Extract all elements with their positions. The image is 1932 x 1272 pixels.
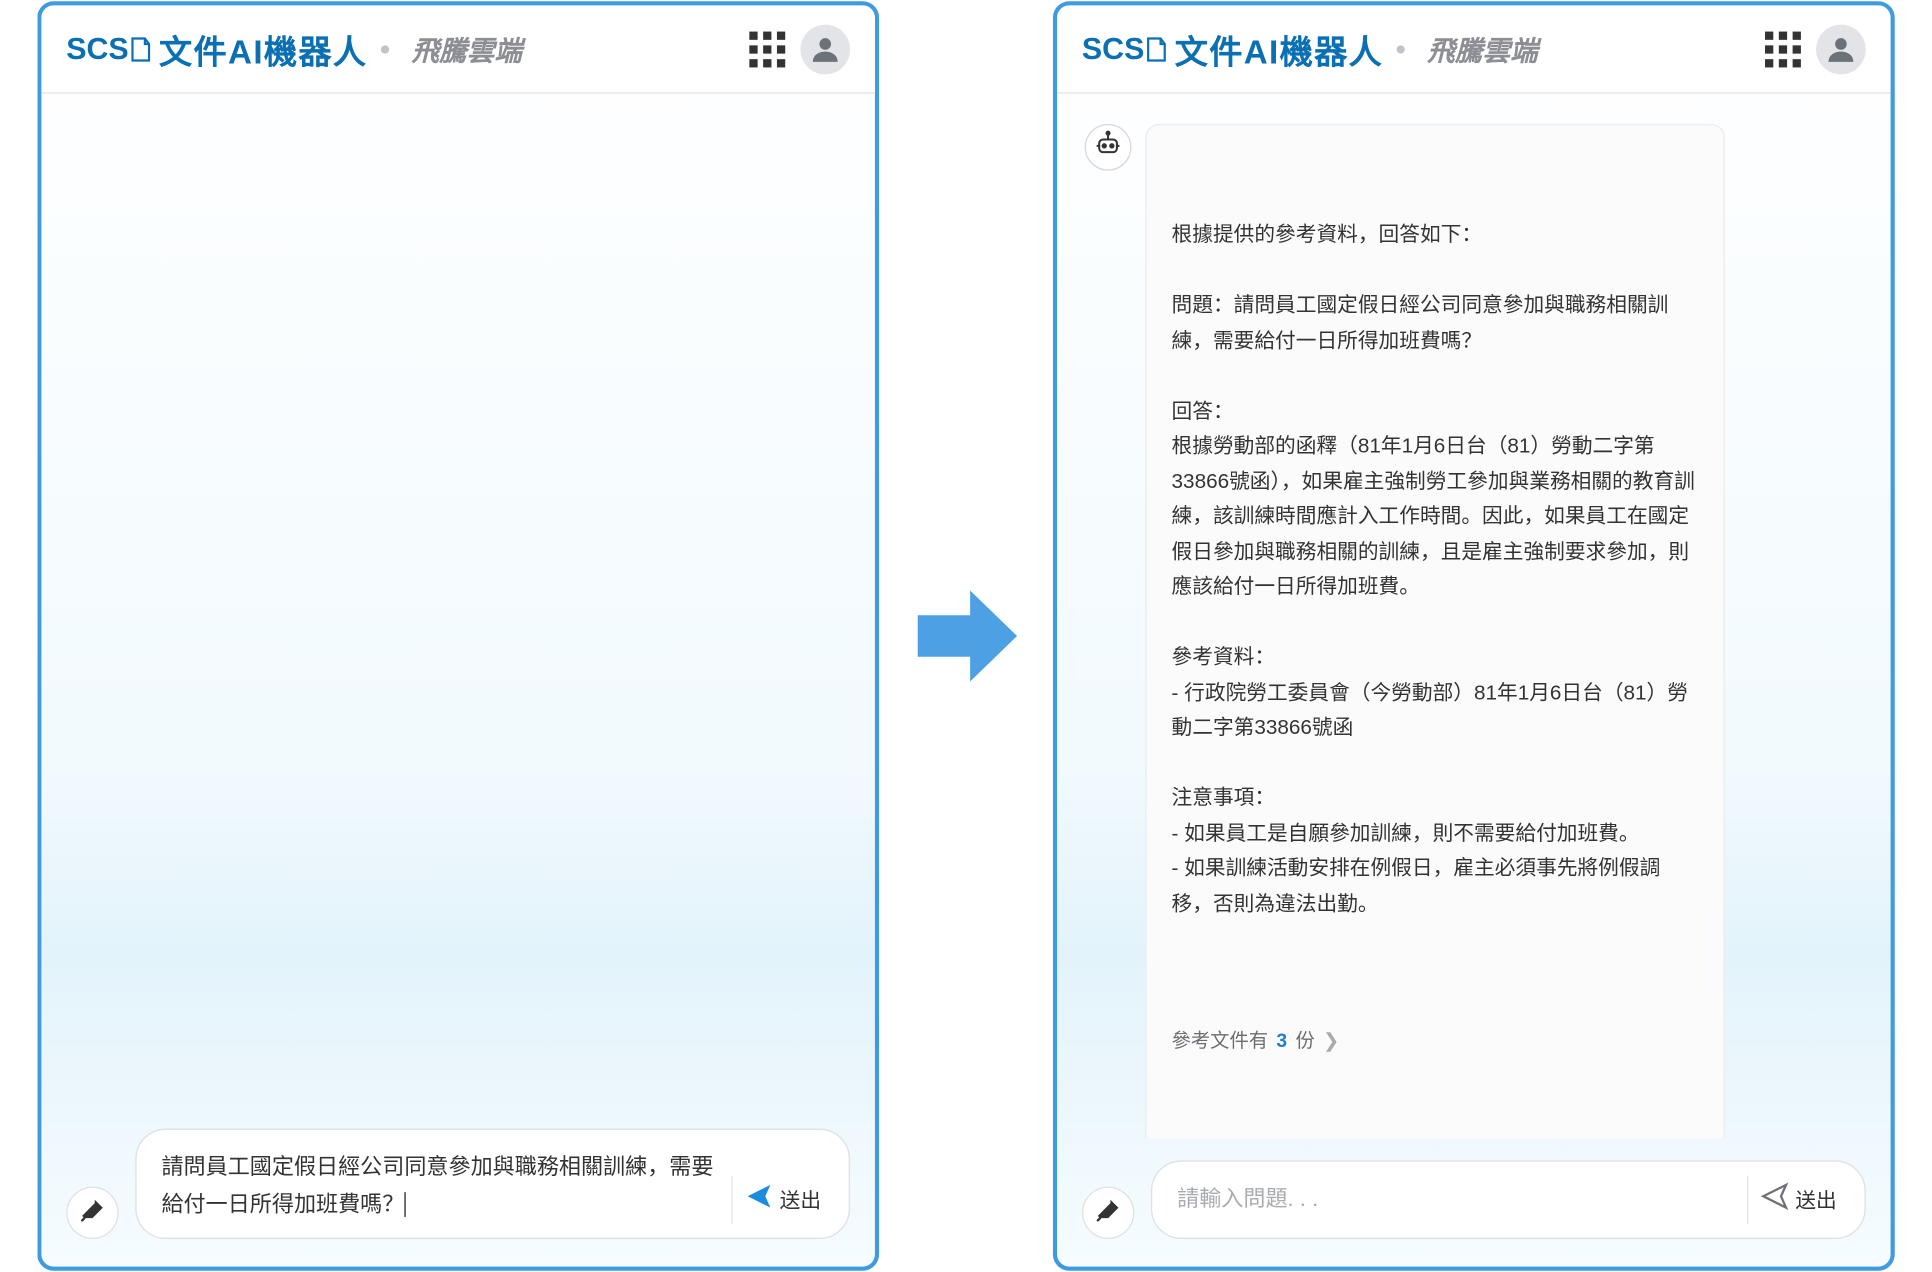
chevron-right-icon: ❯ bbox=[1323, 1025, 1339, 1058]
separator-dot bbox=[381, 45, 389, 53]
chat-body: 根據提供的參考資料，回答如下： 問題：請問員工國定假日經公司同意參加與職務相關訓… bbox=[1057, 94, 1891, 1139]
robot-icon bbox=[1093, 129, 1123, 166]
clear-button[interactable] bbox=[1082, 1187, 1134, 1239]
app-title: 文件AI機器人 bbox=[159, 25, 367, 73]
apps-menu-button[interactable] bbox=[1758, 24, 1808, 74]
send-button[interactable]: 送出 bbox=[731, 1176, 837, 1224]
input-area: 送出 bbox=[1057, 1138, 1891, 1266]
ref-count: 3 bbox=[1277, 1025, 1288, 1058]
logo: SCS bbox=[66, 31, 151, 67]
chat-panel-after: SCS 文件AI機器人 飛騰雲端 bbox=[1053, 1, 1895, 1271]
brand-subtitle: 飛騰雲端 bbox=[1427, 29, 1537, 69]
logo-doc-icon bbox=[1147, 35, 1166, 63]
apps-grid-icon bbox=[1765, 31, 1801, 67]
separator-dot bbox=[1397, 45, 1405, 53]
brush-icon bbox=[1094, 1196, 1122, 1231]
send-label: 送出 bbox=[1795, 1185, 1836, 1214]
logo-doc-icon bbox=[131, 35, 150, 63]
send-icon bbox=[744, 1181, 774, 1218]
reference-link[interactable]: 參考文件有 3 份 ❯ bbox=[1172, 1011, 1699, 1058]
message-input-box[interactable]: 送出 bbox=[1151, 1160, 1866, 1239]
apps-grid-icon bbox=[749, 31, 785, 67]
logo-text: SCS bbox=[66, 31, 128, 67]
transition-arrow-icon bbox=[904, 574, 1028, 698]
bot-avatar bbox=[1085, 124, 1132, 171]
logo-text: SCS bbox=[1082, 31, 1144, 67]
message-input-box[interactable]: 請問員工國定假日經公司同意參加與職務相關訓練，需要給付一日所得加班費嗎？ 送出 bbox=[135, 1128, 850, 1239]
user-avatar-button[interactable] bbox=[1816, 24, 1866, 74]
brand-subtitle: 飛騰雲端 bbox=[412, 29, 522, 69]
avatar-icon bbox=[1816, 24, 1866, 74]
send-button[interactable]: 送出 bbox=[1747, 1176, 1853, 1224]
bot-message-bubble: 根據提供的參考資料，回答如下： 問題：請問員工國定假日經公司同意參加與職務相關訓… bbox=[1145, 124, 1725, 1138]
chat-panel-before: SCS 文件AI機器人 飛騰雲端 bbox=[37, 1, 879, 1271]
send-icon bbox=[1759, 1181, 1789, 1218]
app-title: 文件AI機器人 bbox=[1175, 25, 1383, 73]
bot-message-row: 根據提供的參考資料，回答如下： 問題：請問員工國定假日經公司同意參加與職務相關訓… bbox=[1085, 124, 1863, 1138]
message-input[interactable] bbox=[1177, 1182, 1736, 1217]
clear-button[interactable] bbox=[66, 1187, 118, 1239]
ref-suffix: 份 bbox=[1296, 1025, 1315, 1058]
chat-body bbox=[41, 94, 875, 1106]
avatar-icon bbox=[800, 24, 850, 74]
logo: SCS bbox=[1082, 31, 1167, 67]
user-avatar-button[interactable] bbox=[800, 24, 850, 74]
bot-message-text: 根據提供的參考資料，回答如下： 問題：請問員工國定假日經公司同意參加與職務相關訓… bbox=[1172, 218, 1699, 922]
header: SCS 文件AI機器人 飛騰雲端 bbox=[1057, 5, 1891, 93]
apps-menu-button[interactable] bbox=[742, 24, 792, 74]
brush-icon bbox=[79, 1196, 107, 1231]
header: SCS 文件AI機器人 飛騰雲端 bbox=[41, 5, 875, 93]
ref-prefix: 參考文件有 bbox=[1172, 1025, 1269, 1058]
send-label: 送出 bbox=[780, 1185, 821, 1214]
message-input-text[interactable]: 請問員工國定假日經公司同意參加與職務相關訓練，需要給付一日所得加班費嗎？ bbox=[161, 1149, 720, 1224]
input-area: 請問員工國定假日經公司同意參加與職務相關訓練，需要給付一日所得加班費嗎？ 送出 bbox=[41, 1106, 875, 1267]
